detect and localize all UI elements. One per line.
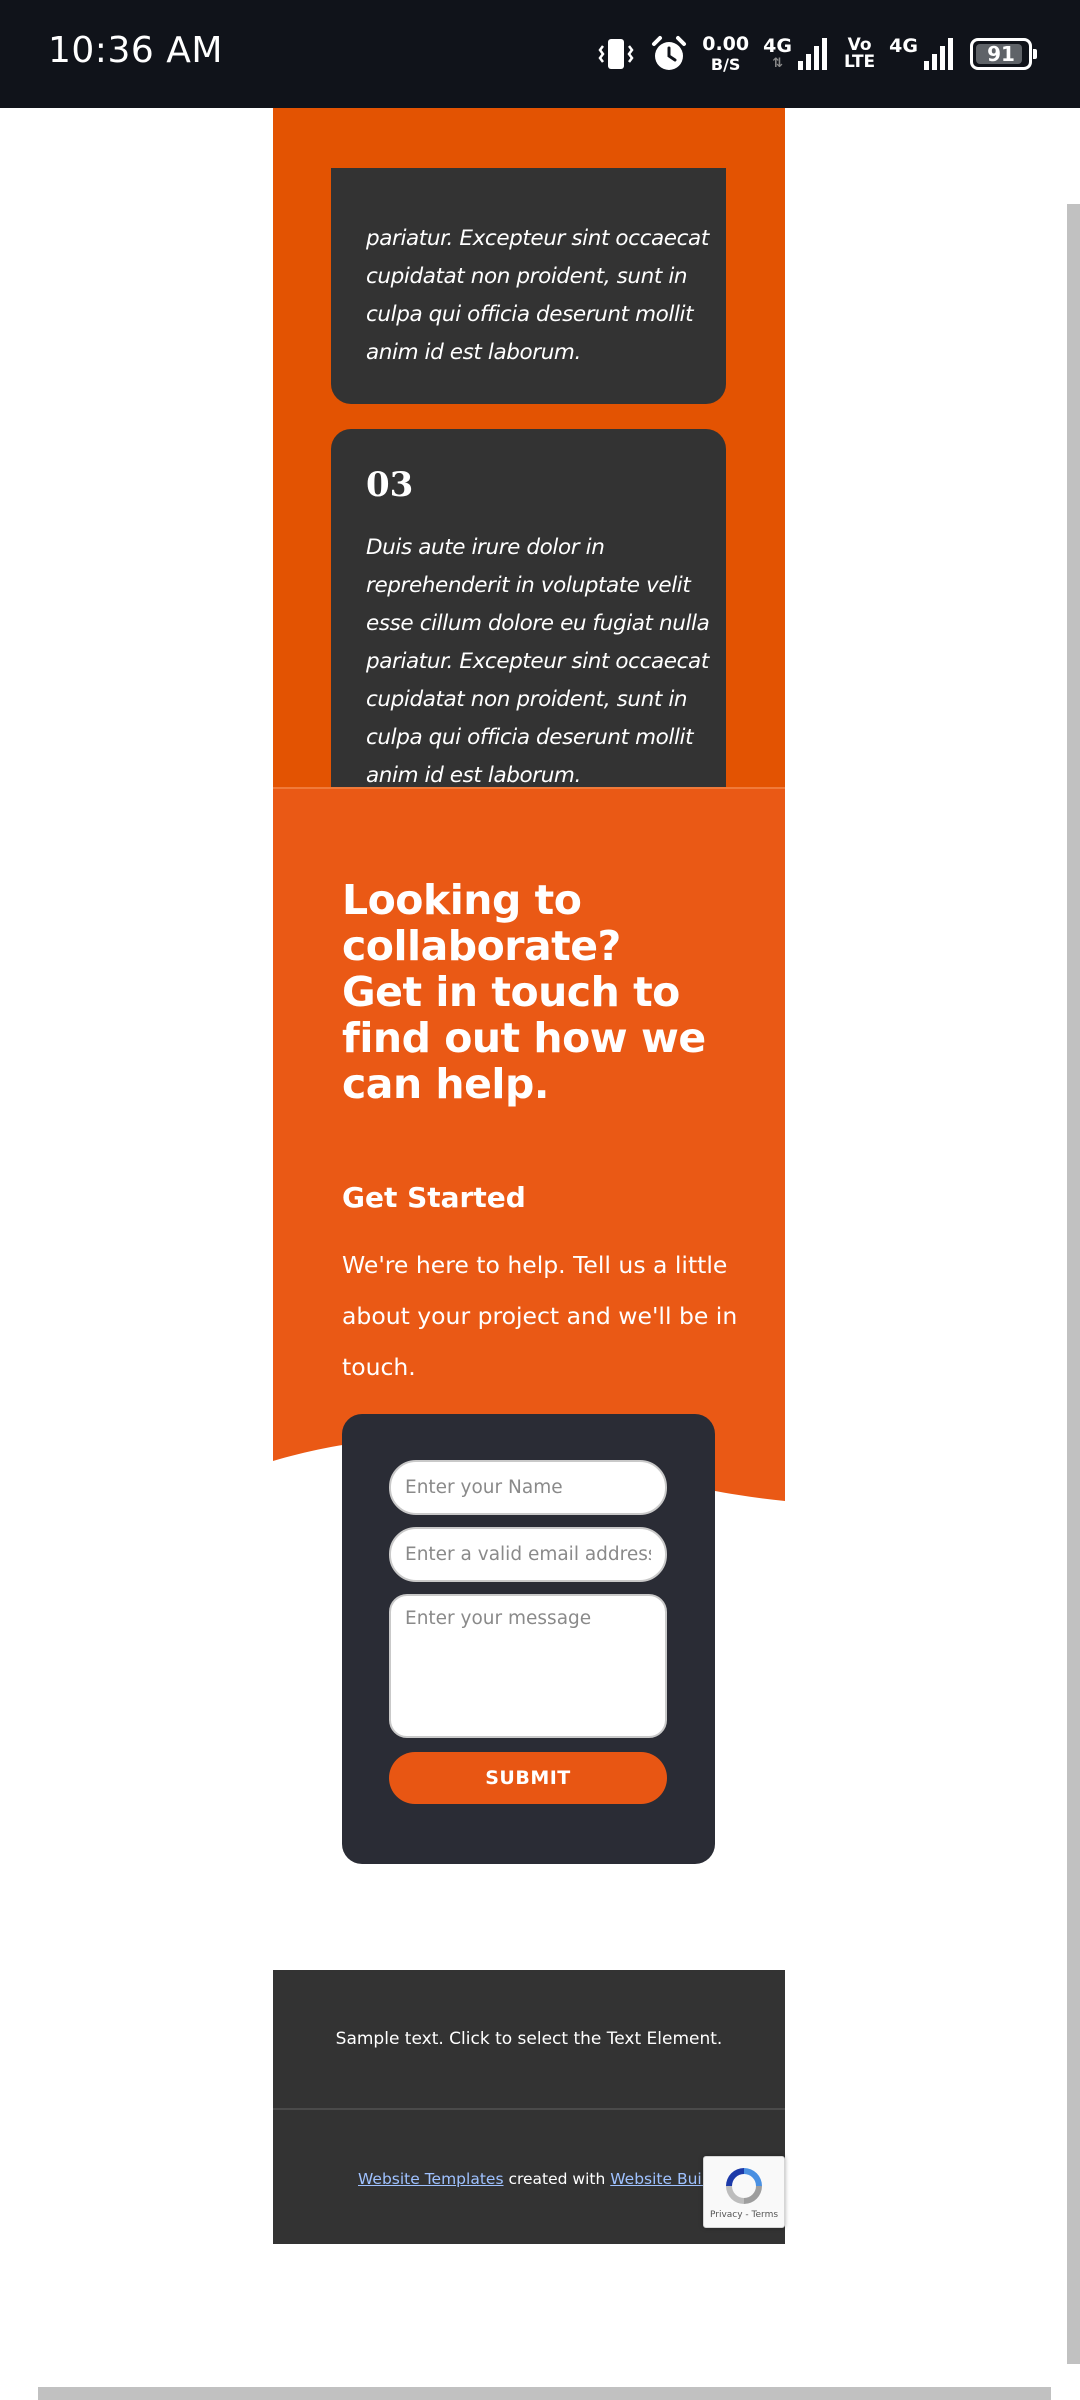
network-speed-value: 0.00 [702, 33, 750, 55]
signal-bars-icon [797, 38, 827, 70]
status-icons: 0.00 B/S 4G ⇅ Vo LTE 4G 91 [596, 24, 1038, 84]
card-text-line: culpa qui officia deserunt mollit [366, 725, 694, 750]
network-speed: 0.00 B/S [702, 35, 749, 73]
cta-body-line: touch. [342, 1353, 416, 1381]
card-text-line: culpa qui officia deserunt mollit [366, 302, 694, 327]
card-text-line: Duis aute irure dolor in [366, 535, 605, 560]
card-text-line: pariatur. Excepteur sint occaecat [366, 649, 709, 674]
feature-card: pariatur. Excepteur sint occaecat cupida… [331, 168, 726, 404]
card-text-line: anim id est laborum. [366, 340, 581, 365]
battery-level: 91 [987, 42, 1015, 66]
footer-sample-text-label: Sample text. Click to select the Text El… [335, 2029, 723, 2049]
cta-heading-line: collaborate? [342, 922, 621, 970]
signal-1-label: 4G [763, 35, 792, 57]
volte-indicator: Vo LTE [844, 37, 875, 71]
recaptcha-icon [726, 2168, 762, 2204]
message-input[interactable] [389, 1594, 667, 1738]
footer-credits: Website Templates created with Website B… [273, 2110, 785, 2244]
cta-body: We're here to help. Tell us a little abo… [342, 1240, 762, 1393]
recaptcha-terms: Privacy - Terms [709, 2210, 779, 2220]
cta-heading: Looking to collaborate? Get in touch to … [342, 877, 762, 1107]
battery-icon: 91 [970, 38, 1037, 70]
feature-card-text: pariatur. Excepteur sint occaecat cupida… [366, 220, 709, 372]
card-text-line: cupidatat non proident, sunt in [366, 264, 688, 289]
website-templates-link[interactable]: Website Templates [358, 2170, 504, 2188]
submit-button[interactable]: SUBMIT [389, 1752, 667, 1804]
feature-card-text: Duis aute irure dolor in reprehenderit i… [366, 529, 710, 795]
cta-heading-line: find out how we [342, 1014, 706, 1062]
volte-bottom: LTE [843, 52, 876, 72]
email-input[interactable] [389, 1527, 667, 1582]
features-section: pariatur. Excepteur sint occaecat cupida… [273, 108, 785, 825]
recaptcha-badge[interactable]: Privacy - Terms [703, 2156, 785, 2228]
cta-heading-line: Get in touch to [342, 968, 680, 1016]
status-time: 10:36 AM [48, 30, 223, 71]
footer-middle-text: created with [503, 2170, 611, 2188]
cta-subheading: Get Started [342, 1181, 526, 1214]
vertical-scrollbar[interactable] [1067, 204, 1080, 2364]
contact-form: SUBMIT [342, 1414, 715, 1864]
feature-card: 03 Duis aute irure dolor in reprehenderi… [331, 429, 726, 825]
network-speed-unit: B/S [710, 55, 741, 74]
card-text-line: pariatur. Excepteur sint occaecat [366, 226, 709, 251]
signal-1: 4G ⇅ [763, 37, 830, 71]
signal-2: 4G [889, 37, 956, 71]
signal-2-label: 4G [889, 35, 918, 57]
horizontal-scrollbar[interactable] [38, 2387, 1051, 2400]
footer-sample-text[interactable]: Sample text. Click to select the Text El… [273, 1970, 785, 2108]
footer-credit-text: Website Templates created with Website B… [358, 2170, 735, 2188]
cta-heading-line: Looking to [342, 876, 582, 924]
feature-card-number: 03 [366, 465, 414, 505]
page: 10:36 AM 0.00 B/S 4G ⇅ Vo LTE 4G 91 pari… [0, 0, 1080, 2400]
card-text-line: cupidatat non proident, sunt in [366, 687, 688, 712]
status-bar: 10:36 AM 0.00 B/S 4G ⇅ Vo LTE 4G 91 [0, 0, 1080, 108]
vibrate-icon [596, 36, 636, 72]
alarm-icon [650, 35, 688, 73]
card-text-line: reprehenderit in voluptate velit [366, 573, 691, 598]
cta-heading-line: can help. [342, 1060, 549, 1108]
cta-body-line: about your project and we'll be in [342, 1302, 738, 1330]
cta-body-line: We're here to help. Tell us a little [342, 1251, 728, 1279]
signal-bars-icon [924, 38, 953, 70]
name-input[interactable] [389, 1460, 667, 1515]
card-text-line: esse cillum dolore eu fugiat nulla [366, 611, 710, 636]
